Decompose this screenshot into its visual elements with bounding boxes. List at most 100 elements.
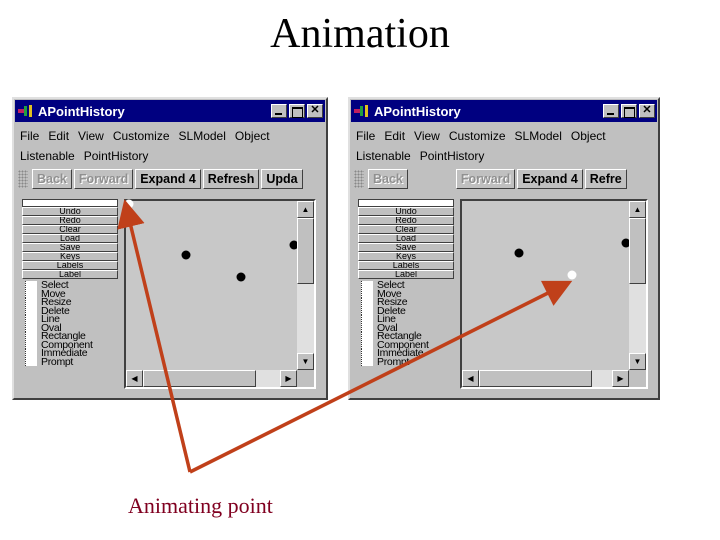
radio-button[interactable] [361, 357, 373, 367]
expand-4-button[interactable]: Expand 4 [517, 169, 583, 189]
mode-option-prompt[interactable]: Prompt [22, 357, 122, 367]
horizontal-scroll-thumb[interactable] [479, 370, 592, 387]
menu-bar: File Edit View Customize SLModel Object Liste… [350, 123, 658, 166]
clear-button[interactable]: Clear [358, 225, 454, 234]
close-button[interactable]: ✕ [639, 104, 655, 118]
animating-point[interactable] [124, 199, 134, 209]
mode-option-move[interactable]: Move [22, 289, 122, 299]
history-point[interactable] [514, 248, 524, 258]
redo-button[interactable]: Redo [22, 216, 118, 225]
upda-button[interactable]: Upda [261, 169, 303, 189]
content-area: Undo Redo Clear Load Save Keys Labels Label Sel… [22, 199, 318, 390]
toolbar: Back Forward Expand 4 Refresh Upda [14, 168, 326, 190]
scroll-up-arrow-icon[interactable]: ▲ [297, 201, 314, 218]
mode-option-prompt[interactable]: Prompt [358, 357, 458, 367]
menu-item-listenable[interactable]: Listenable [356, 149, 411, 163]
menu-item-pointhistory[interactable]: PointHistory [420, 149, 485, 163]
load-button[interactable]: Load [22, 234, 118, 243]
mode-option-delete[interactable]: Delete [358, 306, 458, 316]
refre-button[interactable]: Refre [584, 169, 627, 189]
keys-button[interactable]: Keys [358, 252, 454, 261]
mode-option-select[interactable]: Select [22, 280, 122, 291]
history-point[interactable] [236, 272, 246, 282]
menu-item-object[interactable]: Object [571, 129, 606, 143]
back-button[interactable]: Back [368, 169, 408, 189]
mode-option-line[interactable]: Line [358, 314, 458, 325]
menu-item-pointhistory[interactable]: PointHistory [84, 149, 149, 163]
mode-option-resize[interactable]: Resize [358, 297, 458, 308]
mode-radio-group: Select Move Resize Delete Line Oval Rectangle C… [22, 280, 122, 367]
vertical-scroll-thumb[interactable] [629, 218, 646, 284]
radio-button[interactable] [25, 357, 37, 367]
animating-point-caption: Animating point [128, 493, 273, 518]
clear-button[interactable]: Clear [22, 225, 118, 234]
maximize-button[interactable] [289, 104, 305, 118]
window-title: APointHistory [38, 103, 125, 119]
menu-item-edit[interactable]: Edit [384, 129, 405, 143]
mode-option-select[interactable]: Select [358, 280, 458, 291]
selected-field[interactable] [22, 199, 118, 207]
mode-option-resize[interactable]: Resize [22, 297, 122, 308]
label-button[interactable]: Label [22, 270, 118, 279]
history-point[interactable] [181, 250, 191, 260]
menu-item-slmodel[interactable]: SLModel [515, 129, 562, 143]
drawing-canvas[interactable]: ▲ ▼ ◀ ▶ [460, 199, 648, 389]
menu-item-file[interactable]: File [356, 129, 375, 143]
vertical-scrollbar[interactable]: ▲ ▼ [629, 201, 646, 370]
title-bar[interactable]: APointHistory ✕ [15, 100, 325, 122]
scroll-left-arrow-icon[interactable]: ◀ [462, 370, 479, 387]
redo-button[interactable]: Redo [358, 216, 454, 225]
drawing-canvas[interactable]: ▲ ▼ ◀ ▶ [124, 199, 316, 389]
expand-4-button[interactable]: Expand 4 [135, 169, 201, 189]
scroll-down-arrow-icon[interactable]: ▼ [297, 353, 314, 370]
maximize-button[interactable] [621, 104, 637, 118]
minimize-button[interactable] [603, 104, 619, 118]
undo-button[interactable]: Undo [358, 207, 454, 216]
toolbar-grip-handle[interactable] [18, 170, 28, 188]
menu-row: Listenable PointHistory [20, 146, 320, 166]
vertical-scroll-thumb[interactable] [297, 218, 314, 284]
minimize-button[interactable] [271, 104, 287, 118]
menu-item-edit[interactable]: Edit [48, 129, 69, 143]
menu-row: File Edit View Customize SLModel Object [356, 126, 652, 146]
selected-field[interactable] [358, 199, 454, 207]
slide-title: Animation [270, 11, 450, 57]
mode-option-delete[interactable]: Delete [22, 306, 122, 316]
menu-item-view[interactable]: View [414, 129, 440, 143]
menu-item-customize[interactable]: Customize [449, 129, 506, 143]
scroll-right-arrow-icon[interactable]: ▶ [280, 370, 297, 387]
mode-option-line[interactable]: Line [22, 314, 122, 325]
menu-item-object[interactable]: Object [235, 129, 270, 143]
horizontal-scrollbar[interactable]: ◀ ▶ [462, 370, 629, 387]
save-button[interactable]: Save [358, 243, 454, 252]
refresh-button[interactable]: Refresh [202, 169, 260, 189]
labels-button[interactable]: Labels [358, 261, 454, 270]
horizontal-scroll-thumb[interactable] [143, 370, 256, 387]
back-button[interactable]: Back [32, 169, 72, 189]
mode-option-move[interactable]: Move [358, 289, 458, 299]
toolbar-grip-handle[interactable] [354, 170, 364, 188]
scroll-up-arrow-icon[interactable]: ▲ [629, 201, 646, 218]
menu-item-slmodel[interactable]: SLModel [179, 129, 226, 143]
close-button[interactable]: ✕ [307, 104, 323, 118]
menu-item-customize[interactable]: Customize [113, 129, 170, 143]
load-button[interactable]: Load [358, 234, 454, 243]
menu-item-listenable[interactable]: Listenable [20, 149, 75, 163]
menu-item-view[interactable]: View [78, 129, 104, 143]
scroll-right-arrow-icon[interactable]: ▶ [612, 370, 629, 387]
scroll-left-arrow-icon[interactable]: ◀ [126, 370, 143, 387]
save-button[interactable]: Save [22, 243, 118, 252]
keys-button[interactable]: Keys [22, 252, 118, 261]
forward-button[interactable]: Forward [455, 169, 516, 189]
labels-button[interactable]: Labels [22, 261, 118, 270]
undo-button[interactable]: Undo [22, 207, 118, 216]
vertical-scrollbar[interactable]: ▲ ▼ [297, 201, 314, 370]
label-button[interactable]: Label [358, 270, 454, 279]
animating-point[interactable] [567, 270, 577, 280]
side-panel: Undo Redo Clear Load Save Keys Labels Label Sel… [358, 199, 458, 390]
scroll-down-arrow-icon[interactable]: ▼ [629, 353, 646, 370]
title-bar[interactable]: APointHistory ✕ [351, 100, 657, 122]
forward-button[interactable]: Forward [73, 169, 134, 189]
horizontal-scrollbar[interactable]: ◀ ▶ [126, 370, 297, 387]
menu-item-file[interactable]: File [20, 129, 39, 143]
